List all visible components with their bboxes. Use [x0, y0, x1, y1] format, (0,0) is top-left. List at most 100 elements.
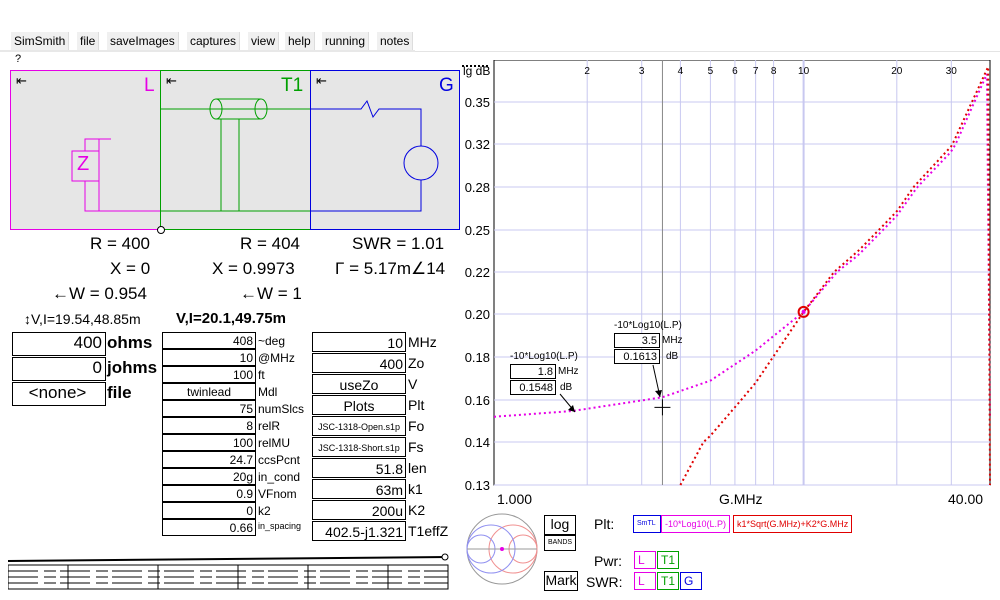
generator-block[interactable]: ⇤ G [310, 70, 460, 230]
t1-param-relr-input[interactable]: 8 [162, 417, 256, 434]
legend-model-series[interactable]: k1*Sqrt(G.MHz)+K2*G.MHz [733, 515, 853, 533]
t1-param-mdl-input[interactable]: twinlead [162, 383, 256, 400]
load-r-readout: R = 400 [90, 234, 151, 253]
t1-param-k2-label: k2 [258, 504, 271, 518]
t1-block[interactable]: ⇤ T1 [160, 70, 312, 230]
t1-param-vfnom-input[interactable]: 0.9 [162, 485, 256, 502]
plot-area[interactable]: 2 3 4 5 6 7 8 10 20 30 0.35 0.32 0.28 0.25 0.22 0.20 0.1… [460, 60, 1000, 500]
swr-t1-toggle[interactable]: T1 [657, 572, 679, 590]
t1-param-ft-input[interactable]: 100 [162, 366, 256, 383]
legend-loss-series[interactable]: -10*Log10(L.P) [661, 515, 731, 533]
y-tick-label: 0.22 [465, 265, 490, 280]
x-tick-label: 2 [584, 66, 590, 77]
menu-running[interactable]: running [322, 32, 370, 50]
menu-help[interactable]: help [285, 32, 315, 50]
y-tick-label: 0.28 [465, 180, 490, 195]
pwr-l-toggle[interactable]: L [634, 551, 656, 569]
gen-param-k1-label: k1 [408, 481, 423, 497]
pwr-t1-toggle[interactable]: T1 [657, 551, 679, 569]
load-file-label: file [107, 383, 132, 402]
pwr-label: Pwr: [594, 553, 622, 569]
smith-chart-icon[interactable] [465, 512, 540, 587]
y-tick-label: 0.13 [465, 478, 490, 493]
transmission-line-icon [161, 98, 311, 212]
menu-bar-underline [0, 50, 415, 52]
load-file-select[interactable]: <none> [12, 382, 106, 406]
gen-param-t1effz-label: T1effZ [408, 523, 449, 539]
t1-param-relmu-label: relMU [258, 436, 290, 450]
load-block[interactable]: ⇤ L Z [10, 70, 162, 230]
t1-param-ft-label: ft [258, 368, 265, 382]
marker-db-value: 0.1548 [510, 380, 556, 395]
gen-param-fs-label: Fs [408, 439, 424, 455]
load-reactance-input[interactable]: 0 [12, 357, 106, 381]
menu-file[interactable]: file [77, 32, 100, 50]
log-button[interactable]: log [544, 515, 576, 535]
swr-g-toggle[interactable]: G [680, 572, 702, 590]
divider [415, 51, 1000, 52]
gen-param-plt-label: Plt [408, 397, 425, 413]
bands-button[interactable]: BANDS [544, 535, 576, 551]
load-resistance-input[interactable]: 400 [12, 332, 106, 356]
gen-param-fo-input[interactable]: JSC-1318-Open.s1p [312, 416, 406, 436]
x-axis-label: G.MHz [719, 491, 763, 507]
legend-smtl[interactable]: SmTL [633, 515, 661, 533]
t1-r-readout: R = 404 [240, 234, 301, 253]
menu-simsmith[interactable]: SimSmith [11, 32, 70, 50]
load-vi-readout: ↕V,I=19.54,48.85m [24, 311, 141, 327]
t1-param-in_cond-label: in_cond [258, 470, 301, 484]
y-axis-label: lg dB [463, 64, 491, 78]
y-tick-label: 0.20 [465, 307, 490, 322]
gamma-readout: Γ = 5.17m∠14 [335, 259, 446, 278]
t1-param-@mhz-input[interactable]: 10 [162, 349, 256, 366]
swr-l-toggle[interactable]: L [634, 572, 656, 590]
gen-param-fs-input[interactable]: JSC-1318-Short.s1p [312, 437, 406, 457]
menu-view[interactable]: view [248, 32, 280, 50]
marker-db-value: 0.1613 [614, 349, 660, 364]
gen-param-zo-input[interactable]: 400 [312, 353, 406, 373]
t1-vi-readout: V,I=20.1,49.75m [176, 310, 286, 327]
generator-icon [311, 99, 439, 212]
gen-param-v-input[interactable]: useZo [312, 374, 406, 394]
t1-param-ccspcnt-input[interactable]: 24.7 [162, 451, 256, 468]
gen-param-mhz-input[interactable]: 10 [312, 332, 406, 352]
gen-param-v-label: V [408, 376, 418, 392]
help-mark[interactable]: ? [15, 53, 21, 65]
t1-param-in_cond-input[interactable]: 20g [162, 468, 256, 485]
gen-param-len-input[interactable]: 51.8 [312, 458, 406, 478]
t1-param-vfnom-label: VFnom [258, 487, 297, 501]
load-schematic-icon [71, 138, 161, 212]
y-tick-label: 0.18 [465, 350, 490, 365]
x-tick-label: 30 [946, 66, 958, 77]
t1-param-ccspcnt-label: ccsPcnt [258, 453, 301, 467]
x-tick-label: 8 [771, 66, 777, 77]
t1-param-numslcs-input[interactable]: 75 [162, 400, 256, 417]
t1-param-~deg-label: ~deg [258, 334, 286, 348]
mark-button[interactable]: Mark [544, 571, 578, 591]
t1-param-k2-input[interactable]: 0 [162, 502, 256, 519]
connection-node[interactable] [157, 226, 165, 234]
x-tick-label: 4 [678, 66, 684, 77]
gen-param-plt-input[interactable]: Plots [312, 395, 406, 415]
x-min-label: 1.000 [497, 491, 533, 507]
t1-param-@mhz-label: @MHz [258, 351, 295, 365]
t1-param-~deg-input[interactable]: 408 [162, 332, 256, 349]
marker-title: -10*Log10(L.P) [614, 320, 682, 331]
gen-param-k2-input[interactable]: 200u [312, 500, 406, 520]
t1-w-readout: ←W = 1 [240, 284, 302, 303]
gen-param-k1-input[interactable]: 63m [312, 479, 406, 499]
x-tick-label: 6 [732, 66, 738, 77]
load-component-label: Z [77, 153, 90, 175]
marker-freq-unit: MHz [662, 335, 683, 346]
gen-param-t1effz-input[interactable]: 402.5-j1.321 [312, 521, 406, 541]
t1-param-in_spacing-input[interactable]: 0.66 [162, 519, 256, 536]
menu-notes[interactable]: notes [377, 32, 414, 50]
menu-captures[interactable]: captures [187, 32, 241, 50]
x-tick-label: 7 [753, 66, 759, 77]
marker-db-unit: dB [560, 382, 573, 393]
menu-saveimages[interactable]: saveImages [107, 32, 179, 50]
gen-param-zo-label: Zo [408, 355, 425, 371]
marker-freq-value: 1.8 [510, 364, 556, 379]
t1-param-relmu-input[interactable]: 100 [162, 434, 256, 451]
load-reactance-unit: johms [107, 358, 158, 377]
